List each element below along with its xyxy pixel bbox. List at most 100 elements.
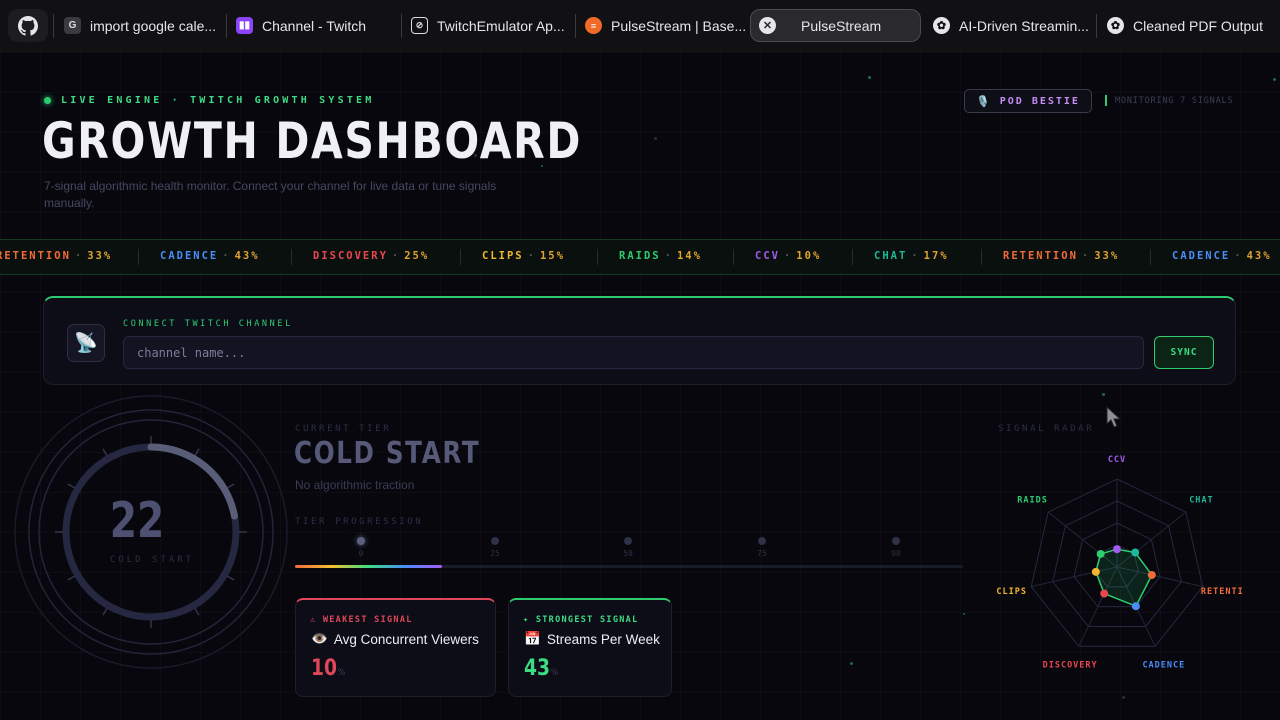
health-score-tier: COLD START <box>109 555 195 565</box>
twitch-icon: ▮▮ <box>236 17 253 34</box>
ticker-separator-dot: · <box>391 250 401 262</box>
radar-axis-label: CCV <box>1108 455 1126 465</box>
radar-point-cadence <box>1131 602 1140 611</box>
github-icon <box>18 15 38 36</box>
tab-twitch-channel[interactable]: ▮▮ Channel - Twitch <box>228 9 398 42</box>
strongest-signal-card: ✦ STRONGEST SIGNAL 📅 Streams Per Week 43… <box>508 598 672 697</box>
radar-point-retenti <box>1147 570 1156 579</box>
tab-pulsestream-base[interactable]: ≡ PulseStream | Base... <box>577 9 747 42</box>
ticker-item: RETENTION · 33% <box>1003 250 1119 262</box>
tab-label: TwitchEmulator Ap... <box>437 17 565 34</box>
radar-point-chat <box>1131 548 1140 557</box>
weakest-signal-card: ⚠ WEAKEST SIGNAL 👁️ Avg Concurrent Viewe… <box>295 598 496 697</box>
current-tier-label: CURRENT TIER <box>295 424 392 434</box>
weakest-signal-name: 👁️ Avg Concurrent Viewers <box>311 631 479 647</box>
radar-axis-label: CADENCE <box>1142 660 1185 670</box>
value-unit: % <box>550 668 559 678</box>
star-dot <box>963 613 965 615</box>
radar-axis-label: RETENTI <box>1201 587 1244 597</box>
page-title: GROWTH DASHBOARD <box>42 112 583 170</box>
badge-label: POD BESTIE <box>999 95 1080 107</box>
pod-bestie-badge[interactable]: 🎙️ POD BESTIE <box>964 89 1092 113</box>
sync-button[interactable]: SYNC <box>1154 336 1214 369</box>
gauge-tick <box>194 607 200 616</box>
gauge-tick <box>226 483 235 489</box>
radar-point-ccv <box>1113 545 1121 554</box>
tab-twitch-emulator[interactable]: ⊘ TwitchEmulator Ap... <box>403 9 573 42</box>
star-dot <box>1122 696 1125 699</box>
ticker-signal-value: 10% <box>796 250 822 262</box>
ticker-signal-value: 33% <box>87 250 113 262</box>
tier-marker-label: 75 <box>757 549 767 558</box>
tier-progression-label: TIER PROGRESSION <box>295 517 424 527</box>
live-indicator-dot <box>44 97 51 104</box>
ticker-signal-name: RAIDS <box>619 250 661 262</box>
radar-point-discovery <box>1100 589 1109 598</box>
signal-radar-label: SIGNAL RADAR <box>998 424 1095 434</box>
signal-name-text: Avg Concurrent Viewers <box>333 631 479 647</box>
ticker-divider <box>597 249 598 265</box>
ticker-signal-name: CADENCE <box>160 250 219 262</box>
github-button[interactable] <box>8 9 48 42</box>
tab-label: import google cale... <box>90 17 217 34</box>
ticker-signal-name: CCV <box>755 250 780 262</box>
ticker-divider <box>1150 249 1151 265</box>
eyebrow-text: LIVE ENGINE · TWITCH GROWTH SYSTEM <box>61 95 375 106</box>
current-tier-description: No algorithmic traction <box>295 478 415 492</box>
star-dot <box>1102 393 1105 396</box>
ticker-divider <box>291 249 292 265</box>
tab-cleaned-pdf[interactable]: ✿ Cleaned PDF Output <box>1099 9 1275 42</box>
channel-name-input[interactable] <box>123 336 1144 369</box>
ticker-item: DISCOVERY · 25% <box>313 250 429 262</box>
health-score-value: 22 <box>109 492 165 549</box>
openai-icon: ✿ <box>1107 17 1124 34</box>
tier-marker-dot <box>491 537 499 545</box>
ticker-item: RAIDS · 14% <box>619 250 702 262</box>
live-engine-eyebrow: LIVE ENGINE · TWITCH GROWTH SYSTEM <box>44 95 375 106</box>
page-subtitle: 7-signal algorithmic health monitor. Con… <box>44 179 497 210</box>
weakest-signal-label: ⚠ WEAKEST SIGNAL <box>310 615 413 625</box>
ticker-separator-dot: · <box>527 250 536 262</box>
ticker-signal-name: CLIPS <box>482 250 524 262</box>
ticker-separator-dot: · <box>783 250 793 262</box>
satellite-icon: 📡 <box>67 324 105 362</box>
ticker-item: RETENTION · 33% <box>0 250 112 262</box>
tab-label: Cleaned PDF Output <box>1133 17 1263 34</box>
close-icon[interactable]: ✕ <box>759 17 776 34</box>
calendar-icon: 📅 <box>524 631 541 646</box>
connect-channel-card: 📡 CONNECT TWITCH CHANNEL SYNC <box>43 296 1236 385</box>
ticker-divider <box>852 249 853 265</box>
tab-ai-driven-streaming[interactable]: ✿ AI-Driven Streamin... <box>925 9 1093 42</box>
strongest-signal-name: 📅 Streams Per Week <box>524 631 660 647</box>
ticker-signal-name: CADENCE <box>1172 250 1231 262</box>
tier-marker-label: 50 <box>623 549 633 558</box>
tab-google-calendar[interactable]: G import google cale... <box>56 9 224 42</box>
ticker-signal-value: 15% <box>539 250 565 262</box>
ticker-separator-dot: · <box>1234 250 1243 262</box>
signal-ticker: RETENTION · 33% CADENCE · 43% DISCOVERY · 25% CLI… <box>0 239 1280 275</box>
monitoring-status: MONITORING 7 SIGNALS <box>1105 95 1233 106</box>
value-unit: % <box>337 668 346 678</box>
ticker-separator-dot: · <box>222 250 231 262</box>
ticker-divider <box>138 249 139 265</box>
ticker-signal-value: 14% <box>676 250 702 262</box>
gauge-tick <box>102 448 108 457</box>
tab-label: PulseStream <box>801 17 882 34</box>
ticker-divider <box>981 249 982 265</box>
gauge-tick <box>102 607 108 616</box>
tier-marker-dot <box>892 537 900 545</box>
tab-label: AI-Driven Streamin... <box>959 17 1089 34</box>
mouse-cursor-icon <box>1106 406 1122 428</box>
status-bar-indicator <box>1105 95 1107 106</box>
ticker-item: CCV · 10% <box>755 250 821 262</box>
tier-marker-label: 90 <box>891 549 901 558</box>
tab-pulsestream-active[interactable]: ✕ PulseStream <box>750 9 921 42</box>
gauge-tick <box>67 575 76 581</box>
radar-point-clips <box>1091 567 1100 576</box>
eye-icon: 👁️ <box>311 631 328 646</box>
ticker-signal-value: 43% <box>1246 250 1272 262</box>
star-dot <box>850 662 853 665</box>
pulsestream-icon: ≡ <box>585 17 602 34</box>
tier-marker-label: 0 <box>358 549 364 558</box>
openai-icon: ✿ <box>933 17 950 34</box>
